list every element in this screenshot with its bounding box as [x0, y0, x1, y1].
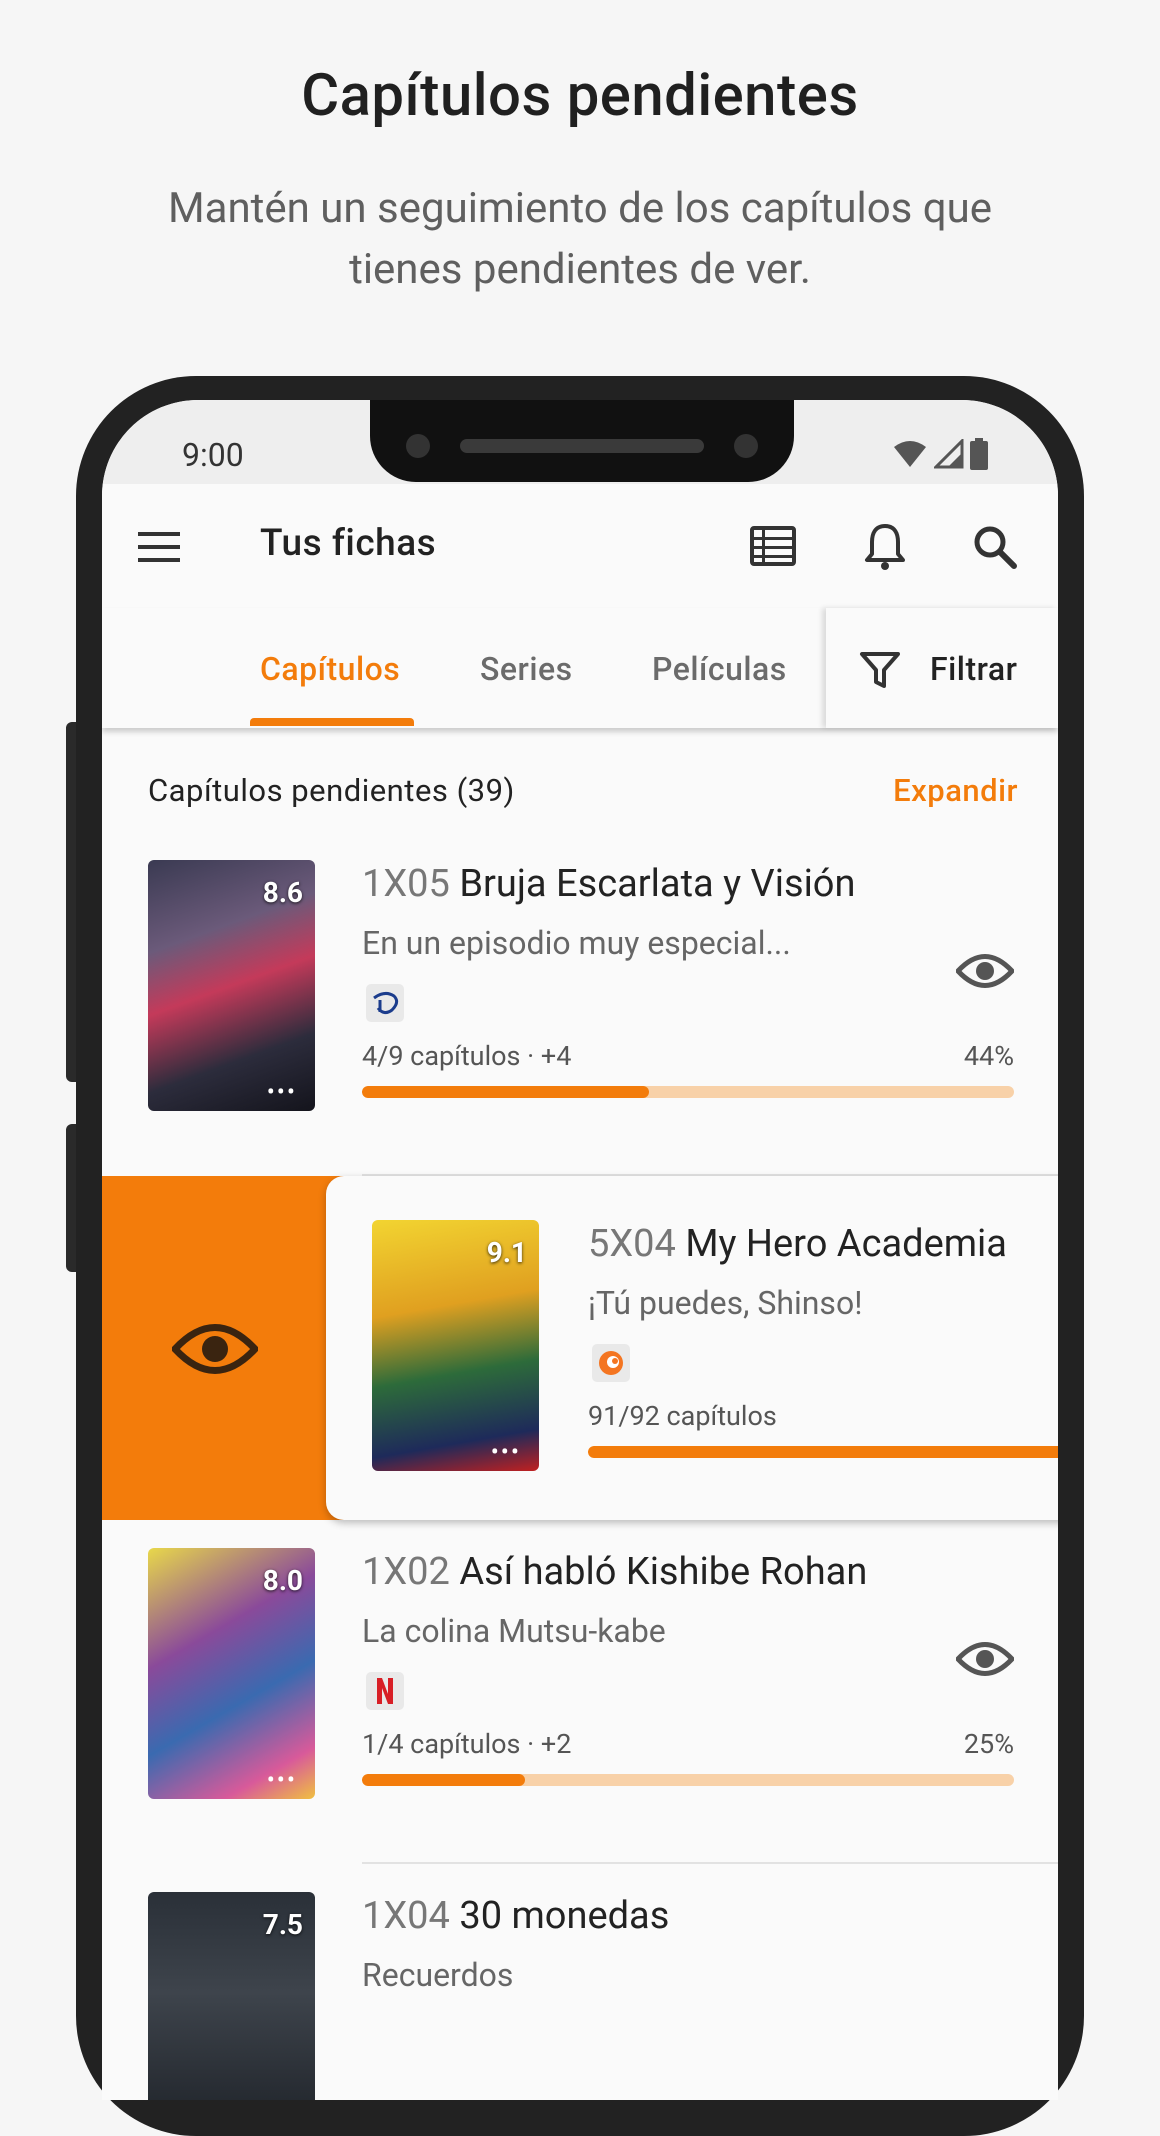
status-bar: 9:00: [102, 400, 1058, 484]
battery-icon: [970, 438, 988, 470]
speaker: [460, 439, 704, 453]
status-time: 9:00: [182, 436, 244, 474]
list-view-icon[interactable]: [746, 520, 800, 574]
progress-bar: [362, 1086, 1014, 1098]
notch: [370, 400, 794, 482]
filter-label: Filtrar: [930, 650, 1018, 688]
signal-icon: [934, 439, 964, 469]
netflix-icon: [366, 1672, 404, 1710]
list-item[interactable]: 8.6 ••• 1X05 Bruja Escarlata y Visión En…: [102, 832, 1058, 1176]
episode-description: Recuerdos: [362, 1956, 514, 1994]
page-title: Capítulos pendientes: [301, 62, 859, 130]
progress-label: 91/92 capítulos: [588, 1400, 777, 1432]
progress-fill: [588, 1446, 1058, 1458]
progress-bar: [588, 1446, 1058, 1458]
tab-series[interactable]: Series: [480, 650, 573, 688]
progress-percent: 25%: [963, 1728, 1014, 1760]
expand-button[interactable]: Expandir: [893, 772, 1018, 809]
episode-code: 1X05: [362, 862, 450, 906]
episode-title: 1X04 30 monedas: [362, 1894, 669, 1938]
more-icon[interactable]: •••: [491, 1440, 521, 1464]
camera-icon: [406, 434, 430, 458]
episode-description: La colina Mutsu-kabe: [362, 1612, 666, 1650]
sensor-icon: [734, 434, 758, 458]
section-title: Capítulos pendientes (39): [148, 772, 515, 809]
rating-badge: 7.5: [262, 1908, 303, 1941]
episode-description: ¡Tú puedes, Shinso!: [588, 1284, 863, 1322]
episode-title: 5X04 My Hero Academia: [588, 1222, 1007, 1266]
tab-indicator: [250, 718, 414, 726]
poster-kishibe-rohan: 8.0 •••: [148, 1548, 315, 1799]
series-name: My Hero Academia: [685, 1222, 1007, 1266]
rating-badge: 8.6: [262, 876, 303, 909]
filter-icon: [860, 652, 900, 688]
app-bar: Tus fichas: [102, 484, 1058, 608]
episode-code: 1X02: [362, 1550, 450, 1594]
list-item[interactable]: 8.0 ••• 1X02 Así habló Kishibe Rohan La …: [102, 1520, 1058, 1864]
list-item-swiped[interactable]: 9.1 ••• 5X04 My Hero Academia ¡Tú puedes…: [326, 1176, 1058, 1520]
poster-30-monedas: 7.5: [148, 1892, 315, 2100]
disney-plus-icon: [366, 984, 404, 1022]
rating-badge: 8.0: [262, 1564, 303, 1597]
phone-screen: 9:00 Tus fichas Capítulos Series Películ…: [102, 400, 1058, 2100]
search-icon[interactable]: [968, 520, 1022, 574]
rating-badge: 9.1: [486, 1236, 527, 1269]
eye-icon[interactable]: [956, 950, 1014, 992]
list-item[interactable]: 7.5 1X04 30 monedas Recuerdos: [102, 1864, 1058, 2100]
filter-button[interactable]: Filtrar: [826, 608, 1058, 728]
more-icon[interactable]: •••: [267, 1080, 297, 1104]
more-icon[interactable]: •••: [267, 1768, 297, 1792]
tab-bar: Capítulos Series Películas Filtrar: [102, 608, 1058, 728]
episode-code: 5X04: [588, 1222, 676, 1266]
progress-label: 4/9 capítulos · +4: [362, 1040, 572, 1072]
tab-peliculas[interactable]: Películas: [652, 650, 787, 688]
app-bar-title: Tus fichas: [260, 522, 437, 565]
bell-icon[interactable]: [858, 520, 912, 574]
page-subtitle: Mantén un seguimiento de los capítulos q…: [167, 184, 993, 294]
series-name: Bruja Escarlata y Visión: [459, 862, 856, 906]
progress-fill: [362, 1086, 649, 1098]
tab-capitulos[interactable]: Capítulos: [260, 650, 400, 688]
series-name: 30 monedas: [459, 1894, 670, 1938]
progress-fill: [362, 1774, 525, 1786]
eye-icon: [172, 1324, 258, 1374]
episode-code: 1X04: [362, 1894, 450, 1938]
episode-title: 1X05 Bruja Escarlata y Visión: [362, 862, 855, 906]
eye-icon[interactable]: [956, 1638, 1014, 1680]
menu-icon[interactable]: [132, 520, 186, 574]
progress-label: 1/4 capítulos · +2: [362, 1728, 572, 1760]
progress-bar: [362, 1774, 1014, 1786]
poster-my-hero-academia: 9.1 •••: [372, 1220, 539, 1471]
crunchyroll-icon: [592, 1344, 630, 1382]
series-name: Así habló Kishibe Rohan: [459, 1550, 868, 1594]
progress-percent: 44%: [963, 1040, 1014, 1072]
poster-wandavision: 8.6 •••: [148, 860, 315, 1111]
status-icons: [892, 438, 988, 470]
wifi-icon: [894, 441, 926, 467]
episode-title: 1X02 Así habló Kishibe Rohan: [362, 1550, 867, 1594]
episode-description: En un episodio muy especial...: [362, 924, 791, 962]
